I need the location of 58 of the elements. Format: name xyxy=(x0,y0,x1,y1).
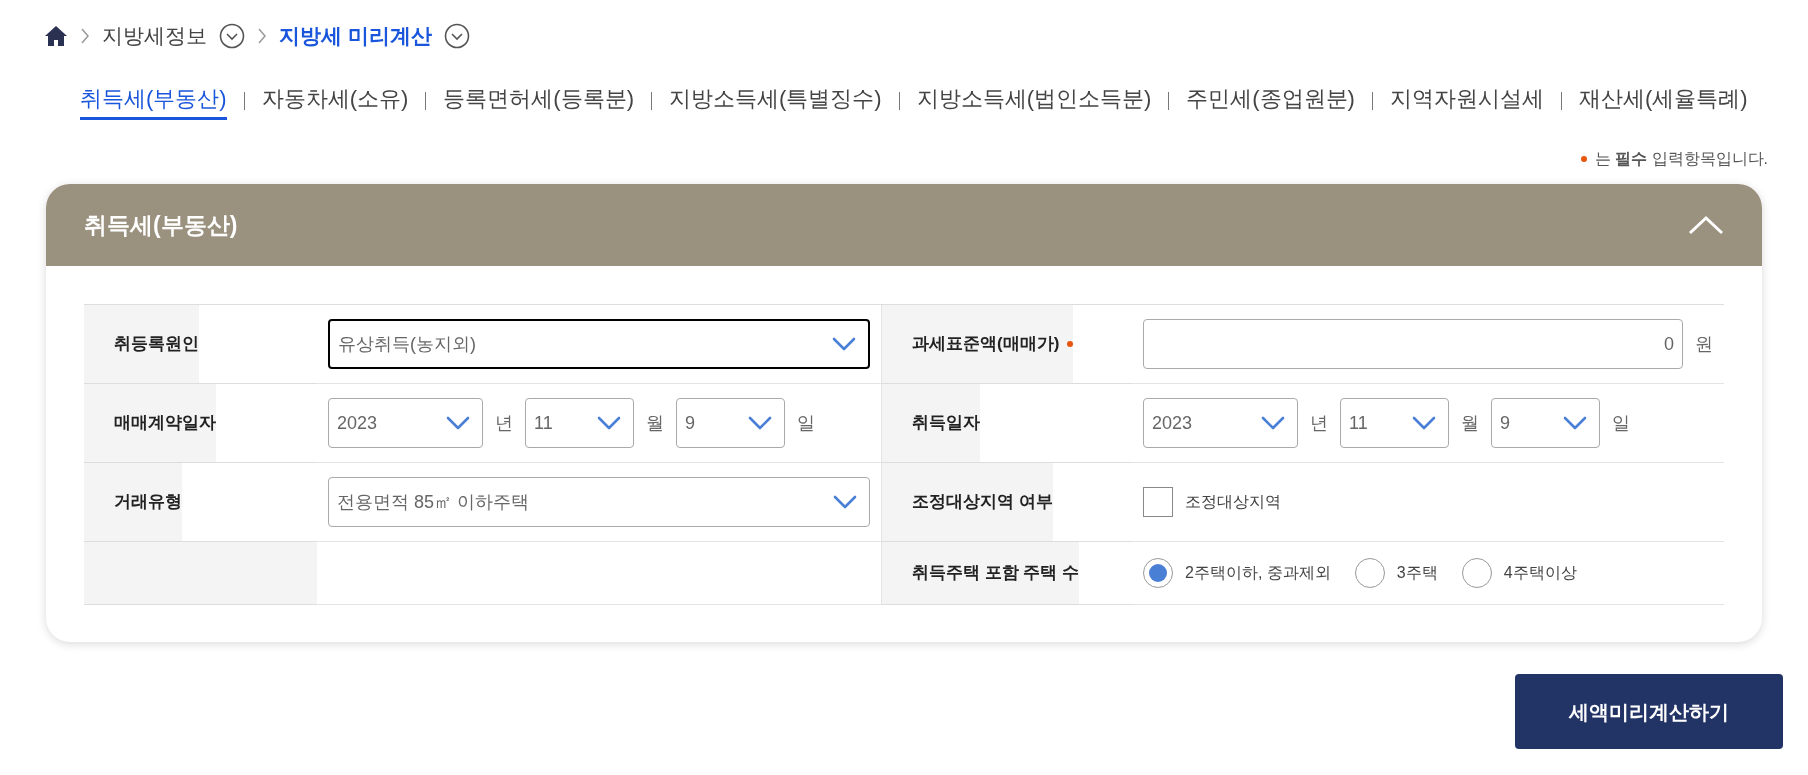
chevron-down-icon xyxy=(597,416,621,430)
field-label: 취득주택 포함 주택 수 xyxy=(912,562,1080,585)
dropdown-circle-icon[interactable] xyxy=(219,23,245,49)
tab[interactable]: 재산세(세율특례) xyxy=(1578,82,1748,120)
radio-option[interactable]: 4주택이상 xyxy=(1461,558,1577,588)
field-label: 매매계약일자 xyxy=(114,412,216,435)
field-label: 거래유형 xyxy=(114,491,182,514)
chevron-right-icon xyxy=(257,27,267,45)
tab[interactable]: 등록면허세(등록분) xyxy=(443,82,634,120)
chevron-down-icon xyxy=(748,416,772,430)
select-field[interactable]: 전용면적 85㎡ 이하주택 xyxy=(328,477,870,527)
radio-option[interactable]: 3주택 xyxy=(1354,558,1438,588)
checkbox[interactable] xyxy=(1143,487,1173,517)
tab[interactable]: 주민세(종업원분) xyxy=(1186,82,1355,120)
unit-label: 년 xyxy=(494,411,514,435)
select-field[interactable]: 유상취득(농지외) xyxy=(328,319,870,369)
date-select-field[interactable]: 11 xyxy=(1340,398,1449,448)
field-label: 조정대상지역 여부 xyxy=(912,491,1053,514)
breadcrumb-link[interactable]: 지방세정보 xyxy=(102,20,207,52)
home-icon[interactable] xyxy=(44,25,68,47)
chevron-down-icon xyxy=(1412,416,1436,430)
tab[interactable]: 지방소득세(특별징수) xyxy=(668,82,882,120)
dropdown-circle-icon[interactable] xyxy=(443,23,470,49)
chevron-down-icon xyxy=(832,337,856,351)
unit-label: 일 xyxy=(796,411,816,435)
radio-button[interactable] xyxy=(1143,558,1173,588)
panel-title: 취득세(부동산) xyxy=(84,210,238,240)
unit-label: 원 xyxy=(1695,332,1713,356)
chevron-down-icon xyxy=(1563,416,1587,430)
chevron-down-icon xyxy=(833,495,857,509)
date-select-field[interactable]: 11 xyxy=(525,398,634,448)
field-label: 취등록원인 xyxy=(114,333,199,356)
calculate-button[interactable]: 세액미리계산하기 xyxy=(1515,674,1783,749)
field-label: 과세표준액(매매가) xyxy=(912,333,1060,356)
required-note: 는 필수 입력항목입니다. xyxy=(1594,149,1768,169)
chevron-down-icon xyxy=(1261,416,1285,430)
breadcrumb-link[interactable]: 지방세 미리계산 xyxy=(279,20,432,52)
field-label: 취득일자 xyxy=(912,412,980,435)
chevron-down-icon xyxy=(446,416,470,430)
unit-label: 년 xyxy=(1309,411,1329,435)
radio-button[interactable] xyxy=(1354,558,1385,588)
unit-label: 월 xyxy=(1460,411,1480,435)
tab[interactable]: 지방소득세(법인소득분) xyxy=(916,82,1152,120)
tab[interactable]: 지역자원시설세 xyxy=(1389,82,1544,120)
radio-button[interactable] xyxy=(1461,558,1492,588)
date-select-field[interactable]: 9 xyxy=(676,398,785,448)
date-select-field[interactable]: 2023 xyxy=(328,398,483,448)
date-select-field[interactable]: 2023 xyxy=(1143,398,1298,448)
radio-option[interactable]: 2주택이하, 중과제외 xyxy=(1143,558,1331,588)
date-select-field[interactable]: 9 xyxy=(1491,398,1600,448)
unit-label: 일 xyxy=(1611,411,1631,435)
amount-input-field[interactable]: 0 xyxy=(1143,319,1683,369)
chevron-up-icon[interactable] xyxy=(1688,215,1724,235)
tab[interactable]: 취득세(부동산) xyxy=(80,82,227,120)
unit-label: 월 xyxy=(645,411,665,435)
checkbox-option[interactable]: 조정대상지역 xyxy=(1143,487,1281,517)
chevron-right-icon xyxy=(80,27,90,45)
tab[interactable]: 자동차세(소유) xyxy=(261,82,409,120)
